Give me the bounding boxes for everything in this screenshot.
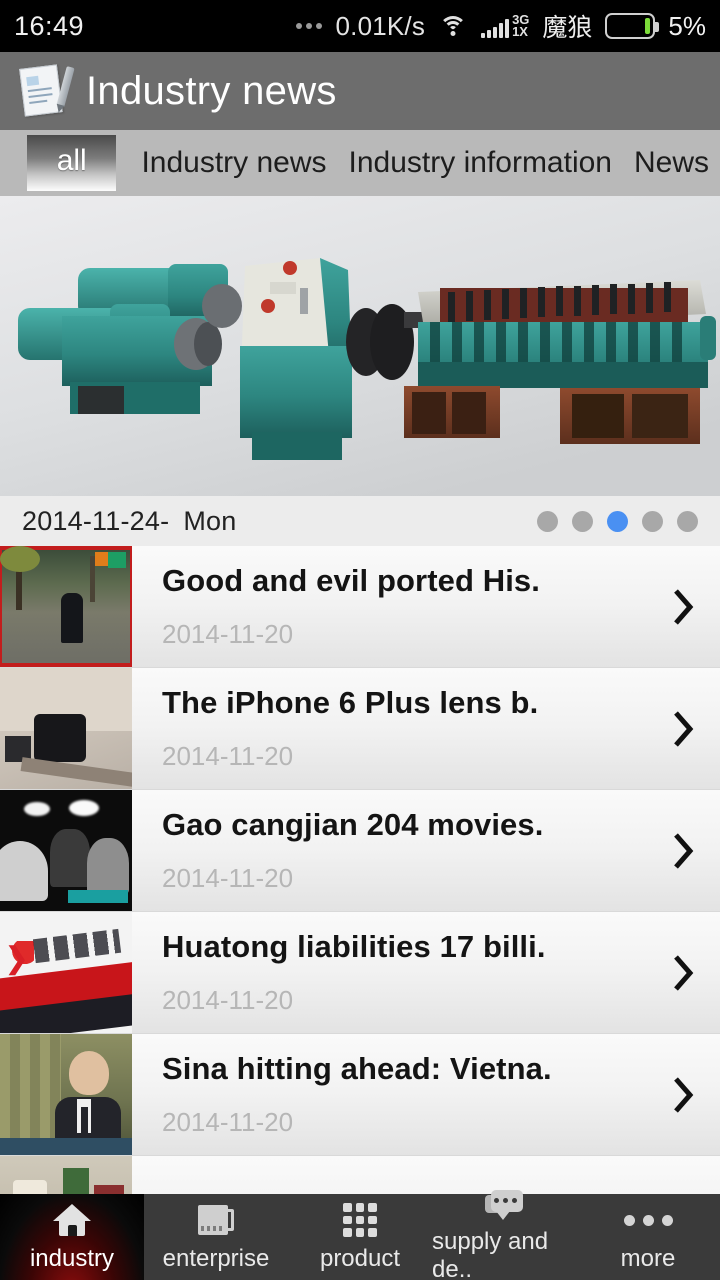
banner-carousel[interactable] <box>0 196 720 496</box>
category-tab-strip[interactable]: all Industry news Industry information N… <box>0 130 720 196</box>
chevron-right-icon[interactable] <box>648 1034 720 1155</box>
nav-label-product: product <box>319 1245 401 1272</box>
nav-label-more: more <box>620 1245 676 1272</box>
banner-weekday: Mon <box>183 505 237 536</box>
page-title: Industry news <box>86 68 337 113</box>
overflow-dots-icon <box>296 23 323 29</box>
date-bar: 2014-11-24- Mon <box>0 496 720 546</box>
news-item-date: 2014-11-20 <box>162 863 294 893</box>
note-document-icon <box>15 60 75 122</box>
news-list-item[interactable]: The iPhone 6 Plus lens b. 2014-11-20 <box>0 668 720 790</box>
tab-all[interactable]: all <box>27 135 117 191</box>
news-list-item[interactable]: Gao cangjian 204 movies. 2014-11-20 <box>0 790 720 912</box>
news-thumbnail <box>0 668 132 789</box>
news-item-date: 2014-11-20 <box>162 619 294 649</box>
status-time: 16:49 <box>14 10 85 41</box>
news-item-date: 2014-11-20 <box>162 1107 294 1137</box>
carousel-dot-3[interactable] <box>607 510 628 532</box>
bottom-navigation[interactable]: industry enterprise product supply and d… <box>0 1190 720 1280</box>
chat-icon <box>485 1190 523 1222</box>
news-list-item[interactable]: Nigeria's nearly $12 billio <box>0 1156 720 1194</box>
news-list-item[interactable]: Sina hitting ahead: Vietna. 2014-11-20 <box>0 1034 720 1156</box>
news-thumbnail <box>0 912 132 1033</box>
carousel-dots[interactable] <box>537 510 698 532</box>
chevron-right-icon[interactable] <box>648 912 720 1033</box>
news-thumbnail <box>0 1156 132 1194</box>
news-list-item[interactable]: Good and evil ported His. 2014-11-20 <box>0 546 720 668</box>
building-icon <box>198 1201 234 1239</box>
signal-bars-icon: 3G 1X <box>481 13 529 39</box>
chevron-right-icon[interactable] <box>648 668 720 789</box>
nav-item-more[interactable]: more <box>576 1194 720 1280</box>
news-item-body: Sina hitting ahead: Vietna. 2014-11-20 <box>132 1034 648 1155</box>
news-item-title: Sina hitting ahead: Vietna. <box>162 1051 552 1086</box>
news-item-body: Good and evil ported His. 2014-11-20 <box>132 546 648 667</box>
news-item-title: Good and evil ported His. <box>162 563 540 598</box>
battery-percent: 5% <box>668 10 706 41</box>
nav-item-enterprise[interactable]: enterprise <box>144 1194 288 1280</box>
nav-label-enterprise: enterprise <box>162 1245 270 1272</box>
carrier-name: 魔狼 <box>542 14 593 42</box>
nav-label-industry: industry <box>29 1245 115 1272</box>
nav-item-industry[interactable]: industry <box>0 1194 144 1280</box>
network-type-secondary: 1X <box>512 24 528 39</box>
news-list-item[interactable]: Huatong liabilities 17 billi. 2014-11-20 <box>0 912 720 1034</box>
carousel-dot-4[interactable] <box>642 510 663 532</box>
app-header: Industry news <box>0 52 720 130</box>
news-thumbnail <box>0 790 132 911</box>
carousel-dot-1[interactable] <box>537 510 558 532</box>
news-item-title: The iPhone 6 Plus lens b. <box>162 685 539 720</box>
news-thumbnail <box>0 546 132 667</box>
carousel-dot-5[interactable] <box>677 510 698 532</box>
wifi-icon <box>438 14 468 38</box>
network-speed-text: 0.01K/s <box>335 10 426 41</box>
grid-icon <box>343 1201 377 1239</box>
news-list[interactable]: Good and evil ported His. 2014-11-20 The… <box>0 546 720 1194</box>
tab-industry-news[interactable]: Industry news <box>130 130 337 196</box>
nav-label-supply-and-demand: supply and de.. <box>432 1228 549 1280</box>
news-item-title: Gao cangjian 204 movies. <box>162 807 544 842</box>
battery-icon <box>605 13 660 39</box>
app-screen: 16:49 0.01K/s 3G 1X 魔狼 5% Industry news … <box>0 0 720 1280</box>
news-item-body: Gao cangjian 204 movies. 2014-11-20 <box>132 790 648 911</box>
nav-item-supply-and-demand[interactable]: supply and de.. <box>432 1190 576 1280</box>
chevron-right-icon[interactable] <box>648 1156 720 1194</box>
chevron-right-icon[interactable] <box>648 790 720 911</box>
news-item-body: Huatong liabilities 17 billi. 2014-11-20 <box>132 912 648 1033</box>
tab-news[interactable]: News <box>623 130 720 196</box>
news-item-date: 2014-11-20 <box>162 741 294 771</box>
machinery-image <box>0 196 720 496</box>
chevron-right-icon[interactable] <box>648 546 720 667</box>
carousel-dot-2[interactable] <box>572 510 593 532</box>
banner-date: 2014-11-24- <box>22 505 170 536</box>
news-thumbnail <box>0 1034 132 1155</box>
more-dots-icon <box>623 1201 673 1239</box>
status-bar: 16:49 0.01K/s 3G 1X 魔狼 5% <box>0 0 720 52</box>
news-item-body: The iPhone 6 Plus lens b. 2014-11-20 <box>132 668 648 789</box>
tab-industry-information[interactable]: Industry information <box>338 130 623 196</box>
home-icon <box>53 1201 91 1239</box>
status-indicators: 0.01K/s 3G 1X 魔狼 5% <box>296 8 706 44</box>
news-item-date: 2014-11-20 <box>162 985 294 1015</box>
news-item-title: Huatong liabilities 17 billi. <box>162 929 546 964</box>
nav-item-product[interactable]: product <box>288 1194 432 1280</box>
news-item-body: Nigeria's nearly $12 billio <box>132 1156 648 1194</box>
